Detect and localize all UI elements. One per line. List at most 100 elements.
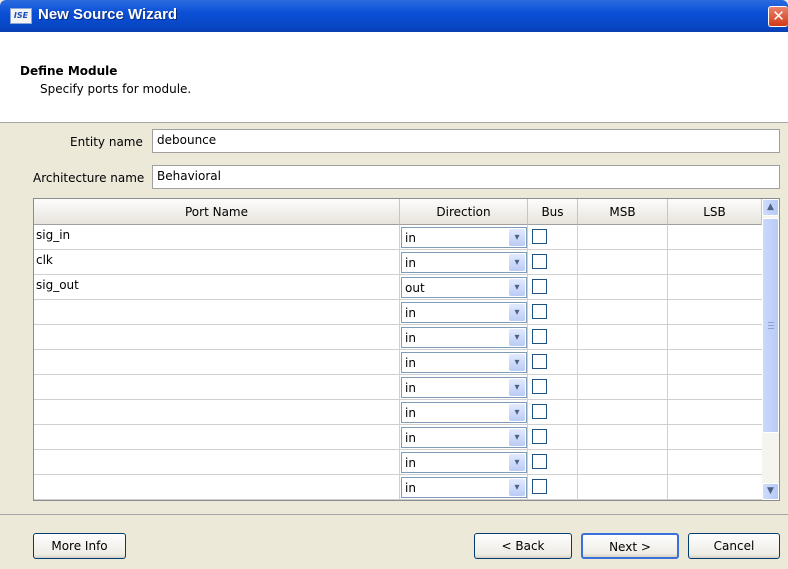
bus-checkbox[interactable] [532, 479, 547, 494]
msb-cell[interactable] [578, 250, 668, 274]
col-header-port-name[interactable]: Port Name [34, 199, 400, 225]
bus-cell [528, 250, 578, 274]
bus-checkbox[interactable] [532, 279, 547, 294]
entity-name-field[interactable]: debounce [152, 129, 780, 153]
direction-select[interactable]: in ▾ [401, 452, 527, 473]
msb-cell[interactable] [578, 300, 668, 324]
direction-select[interactable]: in ▾ [401, 227, 527, 248]
col-header-direction[interactable]: Direction [400, 199, 528, 225]
direction-select[interactable]: in ▾ [401, 352, 527, 373]
bus-checkbox[interactable] [532, 229, 547, 244]
scroll-down-icon[interactable]: ▼ [762, 483, 779, 500]
msb-cell[interactable] [578, 350, 668, 374]
table-row[interactable]: in ▾ [34, 450, 762, 475]
lsb-cell[interactable] [668, 475, 762, 499]
msb-cell[interactable] [578, 475, 668, 499]
close-icon[interactable]: ✕ [768, 6, 788, 27]
table-row[interactable]: sig_out out ▾ [34, 275, 762, 300]
direction-select[interactable]: in ▾ [401, 377, 527, 398]
table-row[interactable]: in ▾ [34, 350, 762, 375]
port-name-cell[interactable] [34, 350, 400, 374]
direction-select[interactable]: in ▾ [401, 252, 527, 273]
table-row[interactable]: in ▾ [34, 375, 762, 400]
bus-checkbox[interactable] [532, 429, 547, 444]
port-name-cell[interactable] [34, 325, 400, 349]
bus-checkbox[interactable] [532, 329, 547, 344]
lsb-cell[interactable] [668, 450, 762, 474]
direction-value: out [405, 281, 425, 295]
msb-cell[interactable] [578, 425, 668, 449]
direction-select[interactable]: in ▾ [401, 302, 527, 323]
dropdown-arrow-icon[interactable]: ▾ [509, 454, 525, 471]
msb-cell[interactable] [578, 400, 668, 424]
lsb-cell[interactable] [668, 250, 762, 274]
port-name-cell[interactable] [34, 300, 400, 324]
dropdown-arrow-icon[interactable]: ▾ [509, 329, 525, 346]
col-header-lsb[interactable]: LSB [668, 199, 762, 225]
direction-select[interactable]: out ▾ [401, 277, 527, 298]
dropdown-arrow-icon[interactable]: ▾ [509, 404, 525, 421]
port-name-cell[interactable] [34, 450, 400, 474]
lsb-cell[interactable] [668, 225, 762, 249]
back-button[interactable]: < Back [474, 533, 572, 559]
port-name-cell[interactable] [34, 425, 400, 449]
architecture-name-field[interactable]: Behavioral [152, 165, 780, 189]
bus-cell [528, 325, 578, 349]
next-button[interactable]: Next > [581, 533, 679, 559]
port-name-cell[interactable]: sig_out [34, 275, 400, 299]
table-row[interactable]: in ▾ [34, 425, 762, 450]
scroll-up-icon[interactable]: ▲ [762, 199, 779, 216]
dropdown-arrow-icon[interactable]: ▾ [509, 479, 525, 496]
wizard-header: Define Module Specify ports for module. [0, 32, 788, 123]
direction-select[interactable]: in ▾ [401, 402, 527, 423]
port-name-cell[interactable] [34, 375, 400, 399]
dropdown-arrow-icon[interactable]: ▾ [509, 279, 525, 296]
table-row[interactable]: clk in ▾ [34, 250, 762, 275]
lsb-cell[interactable] [668, 375, 762, 399]
bus-checkbox[interactable] [532, 304, 547, 319]
direction-select[interactable]: in ▾ [401, 327, 527, 348]
direction-select[interactable]: in ▾ [401, 427, 527, 448]
lsb-cell[interactable] [668, 325, 762, 349]
cancel-button[interactable]: Cancel [688, 533, 780, 559]
port-name-cell[interactable]: clk [34, 250, 400, 274]
dropdown-arrow-icon[interactable]: ▾ [509, 379, 525, 396]
port-name-cell[interactable]: sig_in [34, 225, 400, 249]
table-row[interactable]: in ▾ [34, 325, 762, 350]
msb-cell[interactable] [578, 450, 668, 474]
bus-checkbox[interactable] [532, 404, 547, 419]
bus-cell [528, 300, 578, 324]
table-vertical-scrollbar[interactable]: ▲ ▼ [762, 199, 779, 500]
bus-cell [528, 275, 578, 299]
more-info-button[interactable]: More Info [33, 533, 126, 559]
scroll-thumb[interactable] [762, 218, 779, 433]
dropdown-arrow-icon[interactable]: ▾ [509, 304, 525, 321]
table-row[interactable]: in ▾ [34, 475, 762, 500]
bus-checkbox[interactable] [532, 254, 547, 269]
table-row[interactable]: in ▾ [34, 300, 762, 325]
table-row[interactable]: sig_in in ▾ [34, 225, 762, 250]
bus-checkbox[interactable] [532, 354, 547, 369]
direction-select[interactable]: in ▾ [401, 477, 527, 498]
port-name-cell[interactable] [34, 400, 400, 424]
lsb-cell[interactable] [668, 425, 762, 449]
lsb-cell[interactable] [668, 400, 762, 424]
lsb-cell[interactable] [668, 300, 762, 324]
dropdown-arrow-icon[interactable]: ▾ [509, 354, 525, 371]
lsb-cell[interactable] [668, 350, 762, 374]
msb-cell[interactable] [578, 375, 668, 399]
port-name-cell[interactable] [34, 475, 400, 499]
msb-cell[interactable] [578, 325, 668, 349]
direction-cell: in ▾ [400, 250, 528, 274]
lsb-cell[interactable] [668, 275, 762, 299]
col-header-bus[interactable]: Bus [528, 199, 578, 225]
table-row[interactable]: in ▾ [34, 400, 762, 425]
dropdown-arrow-icon[interactable]: ▾ [509, 229, 525, 246]
col-header-msb[interactable]: MSB [578, 199, 668, 225]
dropdown-arrow-icon[interactable]: ▾ [509, 429, 525, 446]
msb-cell[interactable] [578, 225, 668, 249]
bus-checkbox[interactable] [532, 454, 547, 469]
bus-checkbox[interactable] [532, 379, 547, 394]
dropdown-arrow-icon[interactable]: ▾ [509, 254, 525, 271]
msb-cell[interactable] [578, 275, 668, 299]
